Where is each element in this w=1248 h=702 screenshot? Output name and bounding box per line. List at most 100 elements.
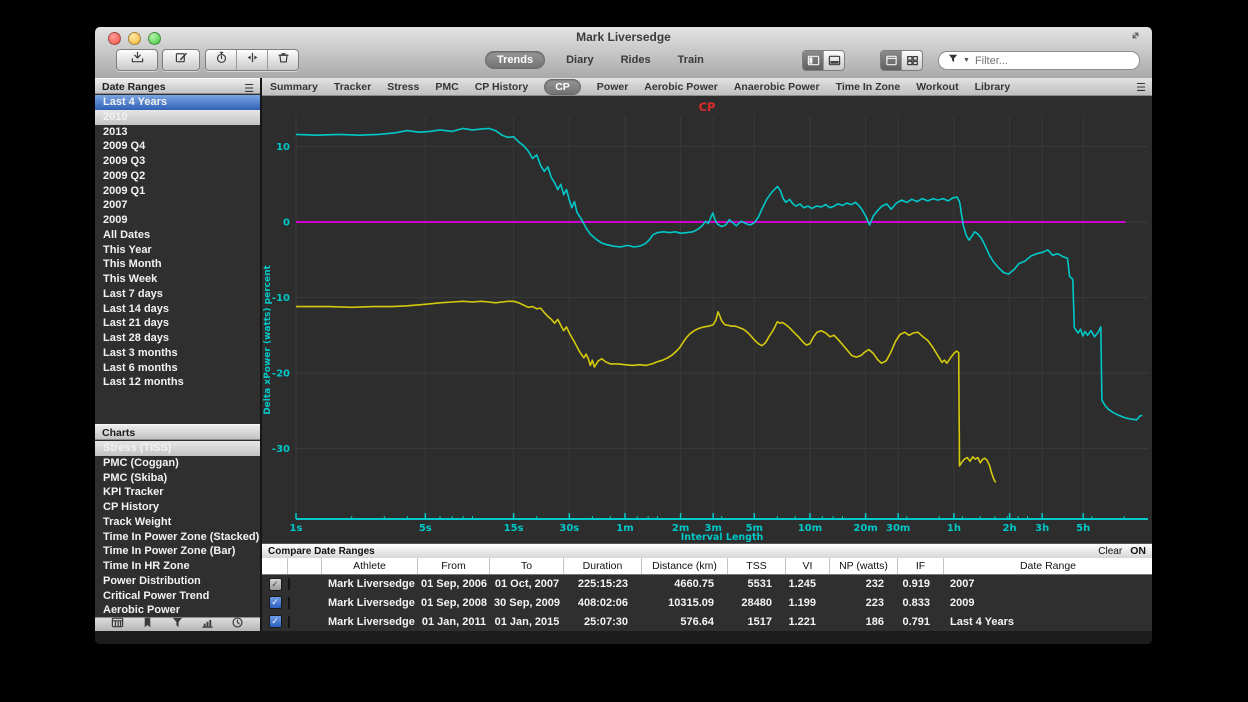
date-range-item-2009[interactable]: 2009	[95, 213, 260, 228]
chart-item-time-in-power-zone-stacked-[interactable]: Time In Power Zone (Stacked)	[95, 530, 260, 545]
date-range-item-this-week[interactable]: This Week	[95, 272, 260, 287]
date-range-item-2013[interactable]: 2013	[95, 125, 260, 140]
cell-range: 2009	[944, 597, 1152, 609]
chart-item-stress-tiss-[interactable]: Stress (TISS)	[95, 441, 260, 456]
tab-stress[interactable]: Stress	[387, 81, 419, 93]
chart-item-kpi-tracker[interactable]: KPI Tracker	[95, 485, 260, 500]
date-range-item-2009-q4[interactable]: 2009 Q4	[95, 139, 260, 154]
date-range-item-2009-q2[interactable]: 2009 Q2	[95, 169, 260, 184]
view-button-diary[interactable]: Diary	[560, 51, 600, 69]
view-button-trends[interactable]: Trends	[485, 51, 545, 69]
cell-if: 0.833	[898, 597, 944, 609]
view-button-rides[interactable]: Rides	[615, 51, 657, 69]
hamburger-icon[interactable]: ☰	[1136, 81, 1146, 94]
layout-bottom-button[interactable]	[823, 51, 844, 70]
column-header-distance-km-[interactable]: Distance (km)	[642, 558, 728, 574]
resize-icon[interactable]	[1129, 29, 1144, 44]
date-range-item-2010[interactable]: 2010	[95, 110, 260, 125]
column-header-vi[interactable]: VI	[786, 558, 830, 574]
filter-field[interactable]: ▼	[938, 51, 1140, 70]
chart-item-pmc-skiba-[interactable]: PMC (Skiba)	[95, 471, 260, 486]
compare-row-last-4-years[interactable]: ✓Mark Liversedge01 Jan, 201101 Jan, 2015…	[262, 612, 1152, 631]
date-range-item-2009-q3[interactable]: 2009 Q3	[95, 154, 260, 169]
column-header-athlete[interactable]: Athlete	[322, 558, 418, 574]
svg-text:1h: 1h	[947, 523, 961, 534]
titlebar[interactable]: Mark Liversedge	[95, 27, 1152, 45]
tab-aerobic-power[interactable]: Aerobic Power	[644, 81, 718, 93]
column-header-to[interactable]: To	[490, 558, 564, 574]
date-range-item-this-month[interactable]: This Month	[95, 257, 260, 272]
clear-button[interactable]: Clear	[1098, 546, 1124, 557]
date-range-item-last-28-days[interactable]: Last 28 days	[95, 331, 260, 346]
chart-item-power-distribution[interactable]: Power Distribution	[95, 574, 260, 589]
column-header-blank[interactable]	[288, 558, 322, 574]
tab-cp-history[interactable]: CP History	[475, 81, 529, 93]
date-range-item-last-12-months[interactable]: Last 12 months	[95, 375, 260, 390]
tab-library[interactable]: Library	[975, 81, 1011, 93]
row-checkbox[interactable]: ✓	[269, 615, 282, 628]
date-range-item-all-dates[interactable]: All Dates	[95, 228, 260, 243]
chart-item-time-in-power-zone-bar-[interactable]: Time In Power Zone (Bar)	[95, 544, 260, 559]
date-range-item-2009-q1[interactable]: 2009 Q1	[95, 184, 260, 199]
date-range-item-last-21-days[interactable]: Last 21 days	[95, 316, 260, 331]
main-toolbar: Trends Diary Rides Train ▼	[95, 45, 1152, 79]
cell-from: 01 Jan, 2011	[418, 616, 490, 628]
column-header-np-watts-[interactable]: NP (watts)	[830, 558, 898, 574]
charts-list: Stress (TISS)PMC (Coggan)PMC (Skiba)KPI …	[95, 441, 260, 618]
column-header-from[interactable]: From	[418, 558, 490, 574]
cell-tss: 28480	[728, 597, 786, 609]
tab-power[interactable]: Power	[597, 81, 629, 93]
svg-text:3h: 3h	[1035, 523, 1049, 534]
tab-pmc[interactable]: PMC	[435, 81, 458, 93]
cell-athlete: Mark Liversedge	[322, 616, 418, 628]
cell-athlete: Mark Liversedge	[322, 597, 418, 609]
layout-left-button[interactable]	[803, 51, 823, 70]
cell-tss: 5531	[728, 578, 786, 590]
split-button[interactable]	[236, 50, 267, 70]
column-header-duration[interactable]: Duration	[564, 558, 642, 574]
cell-distance: 576.64	[642, 616, 728, 628]
compare-row-2007[interactable]: ✓Mark Liversedge01 Sep, 200601 Oct, 2007…	[262, 575, 1152, 594]
date-range-item-last-7-days[interactable]: Last 7 days	[95, 287, 260, 302]
column-header-blank[interactable]	[262, 558, 288, 574]
chart-item-pmc-coggan-[interactable]: PMC (Coggan)	[95, 456, 260, 471]
window-single-button[interactable]	[881, 51, 901, 70]
date-range-item-last-4-years[interactable]: Last 4 Years	[95, 95, 260, 110]
cell-tss: 1517	[728, 616, 786, 628]
tab-time-in-zone[interactable]: Time In Zone	[836, 81, 901, 93]
chart-item-critical-power-trend[interactable]: Critical Power Trend	[95, 589, 260, 604]
chart-item-time-in-hr-zone[interactable]: Time In HR Zone	[95, 559, 260, 574]
compare-table-header: AthleteFromToDurationDistance (km)TSSVIN…	[262, 558, 1152, 575]
stopwatch-button[interactable]	[206, 50, 236, 70]
app-window: Mark Liversedge TrendsDiaryRi	[95, 27, 1152, 644]
column-header-tss[interactable]: TSS	[728, 558, 786, 574]
window-tiled-button[interactable]	[901, 51, 922, 70]
tab-tracker[interactable]: Tracker	[334, 81, 371, 93]
svg-text:15s: 15s	[504, 523, 524, 534]
desktop: Mark Liversedge TrendsDiaryRi	[0, 0, 1248, 702]
chart-item-track-weight[interactable]: Track Weight	[95, 515, 260, 530]
tab-anaerobic-power[interactable]: Anaerobic Power	[734, 81, 820, 93]
cell-from: 01 Sep, 2008	[418, 597, 490, 609]
date-range-item-last-3-months[interactable]: Last 3 months	[95, 346, 260, 361]
compose-button[interactable]	[162, 49, 200, 71]
delete-button[interactable]	[267, 50, 298, 70]
row-checkbox[interactable]: ✓	[269, 578, 282, 591]
filter-input[interactable]	[973, 54, 1097, 68]
date-range-item-last-6-months[interactable]: Last 6 months	[95, 361, 260, 376]
date-range-item-this-year[interactable]: This Year	[95, 243, 260, 258]
view-button-train[interactable]: Train	[672, 51, 710, 69]
chart-item-cp-history[interactable]: CP History	[95, 500, 260, 515]
row-checkbox[interactable]: ✓	[269, 596, 282, 609]
compare-pane-bar: Compare Date Ranges Clear ON	[262, 543, 1152, 558]
import-button[interactable]	[116, 49, 158, 71]
date-range-item-2007[interactable]: 2007	[95, 198, 260, 213]
tab-cp[interactable]: CP	[544, 79, 581, 95]
date-range-item-last-14-days[interactable]: Last 14 days	[95, 302, 260, 317]
column-header-date-range[interactable]: Date Range	[944, 558, 1152, 574]
compare-on-toggle[interactable]: ON	[1130, 545, 1146, 557]
compare-row-2009[interactable]: ✓Mark Liversedge01 Sep, 200830 Sep, 2009…	[262, 594, 1152, 613]
tab-summary[interactable]: Summary	[270, 81, 318, 93]
tab-workout[interactable]: Workout	[916, 81, 958, 93]
column-header-if[interactable]: IF	[898, 558, 944, 574]
